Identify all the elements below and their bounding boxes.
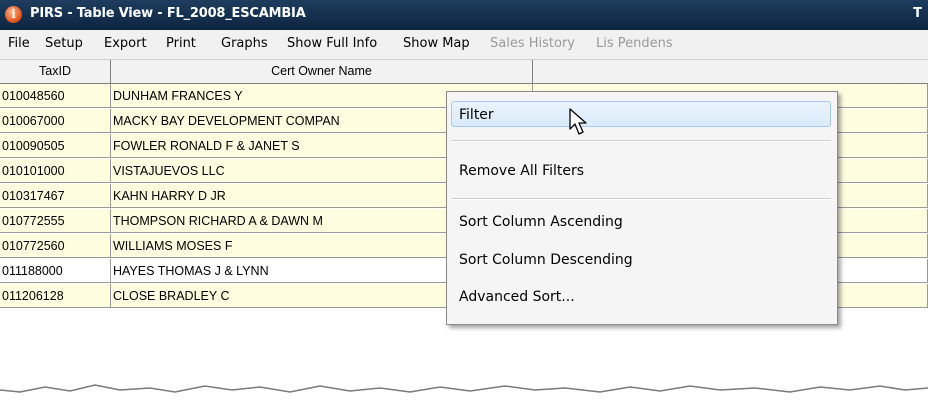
column-header-taxid[interactable]: TaxID — [0, 60, 111, 84]
context-menu-separator — [451, 198, 831, 200]
table-header: TaxID Cert Owner Name — [0, 60, 928, 84]
menu-graphs[interactable]: Graphs — [221, 36, 268, 51]
cell-taxid[interactable]: 010090505 — [0, 134, 111, 158]
window-title: PIRS - Table View - FL_2008_ESCAMBIA — [30, 6, 306, 21]
context-menu-advanced-sort[interactable]: Advanced Sort... — [447, 284, 837, 310]
cell-taxid[interactable]: 011206128 — [0, 284, 111, 308]
title-bar: i PIRS - Table View - FL_2008_ESCAMBIA T — [0, 0, 928, 30]
title-bar-cut-text: T — [913, 6, 922, 21]
cell-taxid[interactable]: 010772560 — [0, 234, 111, 258]
menu-sales-history: Sales History — [490, 36, 575, 51]
column-header-owner-name[interactable]: Cert Owner Name — [111, 60, 533, 84]
cell-taxid[interactable]: 010317467 — [0, 184, 111, 208]
menu-show-full-info[interactable]: Show Full Info — [287, 36, 377, 51]
cell-taxid[interactable]: 010101000 — [0, 159, 111, 183]
cell-taxid[interactable]: 010048560 — [0, 84, 111, 108]
info-icon[interactable]: i — [5, 6, 22, 23]
context-menu: Filter Remove All Filters Sort Column As… — [446, 91, 838, 325]
context-menu-sort-descending[interactable]: Sort Column Descending — [447, 247, 837, 273]
menu-setup[interactable]: Setup — [45, 36, 83, 51]
context-menu-separator — [451, 140, 831, 142]
cell-taxid[interactable]: 011188000 — [0, 259, 111, 283]
cell-taxid[interactable]: 010772555 — [0, 209, 111, 233]
context-menu-filter[interactable]: Filter — [451, 101, 831, 127]
mouse-pointer-icon — [569, 108, 587, 135]
menu-print[interactable]: Print — [166, 36, 196, 51]
column-header-address[interactable] — [533, 60, 928, 84]
cell-taxid[interactable]: 010067000 — [0, 109, 111, 133]
context-menu-sort-ascending[interactable]: Sort Column Ascending — [447, 209, 837, 235]
menu-bar: File Setup Export Print Graphs Show Full… — [0, 30, 928, 60]
menu-file[interactable]: File — [8, 36, 30, 51]
menu-lis-pendens: Lis Pendens — [596, 36, 673, 51]
menu-show-map[interactable]: Show Map — [403, 36, 470, 51]
context-menu-remove-all-filters[interactable]: Remove All Filters — [447, 158, 837, 184]
menu-export[interactable]: Export — [104, 36, 147, 51]
torn-edge-decoration — [0, 384, 928, 400]
